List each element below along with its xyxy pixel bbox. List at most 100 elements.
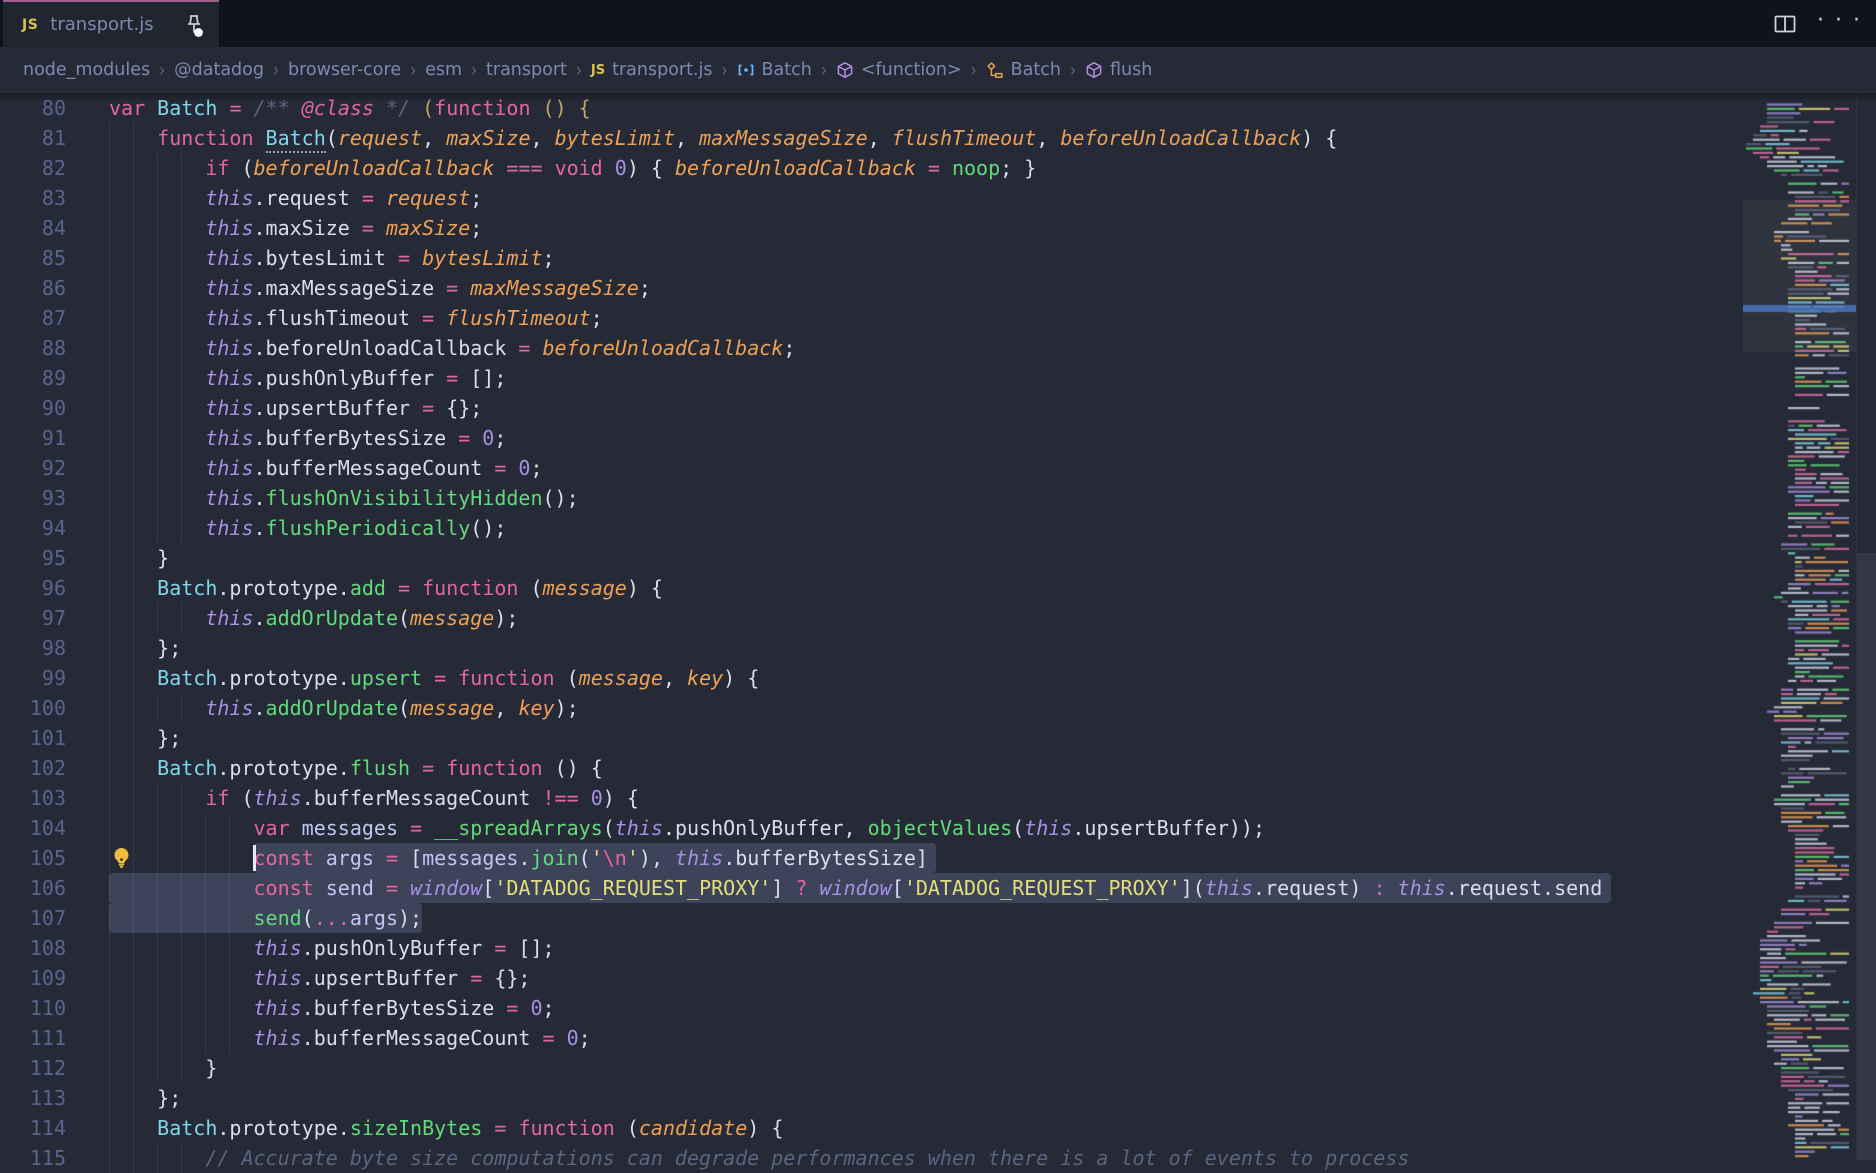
breadcrumb-item-node-modules[interactable]: node_modules <box>23 60 150 80</box>
line-number[interactable]: 84 <box>0 213 66 243</box>
code-line[interactable]: }; <box>109 633 1743 663</box>
code-line[interactable]: this.maxSize = maxSize; <box>109 213 1743 243</box>
scrollbar-slider[interactable] <box>1857 553 1876 1160</box>
code-line[interactable]: var messages = __spreadArrays(this.pushO… <box>109 813 1743 843</box>
code-line[interactable]: if (this.bufferMessageCount !== 0) { <box>109 783 1743 813</box>
code-row-89: 89 this.pushOnlyBuffer = []; <box>0 363 1743 393</box>
breadcrumb-label: node_modules <box>23 60 150 80</box>
code-line[interactable]: Batch.prototype.add = function (message)… <box>109 573 1743 603</box>
code-line[interactable]: var Batch = /** @class */ (function () { <box>109 93 1743 123</box>
breadcrumb-item-transport-js[interactable]: JStransport.js <box>591 60 713 80</box>
line-number[interactable]: 100 <box>0 693 66 723</box>
line-number[interactable]: 111 <box>0 1023 66 1053</box>
tab-transport-js[interactable]: JS transport.js <box>3 0 219 47</box>
line-number[interactable]: 98 <box>0 633 66 663</box>
line-number[interactable]: 94 <box>0 513 66 543</box>
code-line[interactable]: this.upsertBuffer = {}; <box>109 963 1743 993</box>
lightbulb-icon[interactable] <box>110 846 133 878</box>
line-number[interactable]: 109 <box>0 963 66 993</box>
code-line[interactable]: send(...args); <box>109 903 1743 933</box>
line-number[interactable]: 88 <box>0 333 66 363</box>
line-number[interactable]: 114 <box>0 1113 66 1143</box>
code-row-110: 110 this.bufferBytesSize = 0; <box>0 993 1743 1023</box>
code-line[interactable]: if (beforeUnloadCallback === void 0) { b… <box>109 153 1743 183</box>
code-line[interactable]: this.request = request; <box>109 183 1743 213</box>
code-line[interactable]: // Accurate byte size computations can d… <box>109 1143 1743 1173</box>
code-line[interactable]: }; <box>109 1083 1743 1113</box>
breadcrumb-separator-icon: › <box>471 58 477 81</box>
line-number[interactable]: 80 <box>0 93 66 123</box>
code-row-91: 91 this.bufferBytesSize = 0; <box>0 423 1743 453</box>
breadcrumb-item--datadog[interactable]: @datadog <box>174 60 264 80</box>
code-line[interactable]: this.maxMessageSize = maxMessageSize; <box>109 273 1743 303</box>
line-number[interactable]: 102 <box>0 753 66 783</box>
code-line[interactable]: this.flushOnVisibilityHidden(); <box>109 483 1743 513</box>
code-editor[interactable]: 80 var Batch = /** @class */ (function ()… <box>0 93 1743 1173</box>
line-number[interactable]: 87 <box>0 303 66 333</box>
line-number[interactable]: 104 <box>0 813 66 843</box>
line-number[interactable]: 90 <box>0 393 66 423</box>
breadcrumb-item-batch[interactable]: Batch <box>986 60 1061 80</box>
line-number[interactable]: 106 <box>0 873 66 903</box>
code-line[interactable]: const send = window['DATADOG_REQUEST_PRO… <box>109 873 1743 903</box>
code-line[interactable]: this.bufferMessageCount = 0; <box>109 1023 1743 1053</box>
line-number[interactable]: 95 <box>0 543 66 573</box>
breadcrumb-item-browser-core[interactable]: browser-core <box>288 60 401 80</box>
line-number[interactable]: 108 <box>0 933 66 963</box>
more-actions-button[interactable]: · · · <box>1817 10 1862 32</box>
code-line[interactable]: this.bytesLimit = bytesLimit; <box>109 243 1743 273</box>
code-line[interactable]: } <box>109 543 1743 573</box>
code-line[interactable]: this.flushPeriodically(); <box>109 513 1743 543</box>
breadcrumb-separator-icon: › <box>410 58 416 81</box>
line-number[interactable]: 110 <box>0 993 66 1023</box>
line-number[interactable]: 92 <box>0 453 66 483</box>
code-line[interactable]: }; <box>109 723 1743 753</box>
line-number[interactable]: 101 <box>0 723 66 753</box>
code-line[interactable]: Batch.prototype.upsert = function (messa… <box>109 663 1743 693</box>
line-number[interactable]: 85 <box>0 243 66 273</box>
pin-icon[interactable] <box>183 13 205 37</box>
code-line[interactable]: this.beforeUnloadCallback = beforeUnload… <box>109 333 1743 363</box>
line-number[interactable]: 86 <box>0 273 66 303</box>
code-line[interactable]: this.bufferBytesSize = 0; <box>109 423 1743 453</box>
code-line[interactable]: this.bufferMessageCount = 0; <box>109 453 1743 483</box>
line-number[interactable]: 115 <box>0 1143 66 1173</box>
code-text: } <box>109 546 169 570</box>
code-line[interactable]: this.pushOnlyBuffer = []; <box>109 363 1743 393</box>
line-number[interactable]: 107 <box>0 903 66 933</box>
code-line[interactable]: this.flushTimeout = flushTimeout; <box>109 303 1743 333</box>
code-line[interactable]: this.addOrUpdate(message); <box>109 603 1743 633</box>
breadcrumb-item-transport[interactable]: transport <box>486 60 567 80</box>
code-line[interactable]: this.bufferBytesSize = 0; <box>109 993 1743 1023</box>
code-line[interactable]: Batch.prototype.sizeInBytes = function (… <box>109 1113 1743 1143</box>
code-line[interactable]: } <box>109 1053 1743 1083</box>
code-line[interactable]: Batch.prototype.flush = function () { <box>109 753 1743 783</box>
text-cursor <box>253 845 256 871</box>
code-line[interactable]: function Batch(request, maxSize, bytesLi… <box>109 123 1743 153</box>
breadcrumb-item-esm[interactable]: esm <box>425 60 462 80</box>
code-line[interactable]: const args = [messages.join('\n'), this.… <box>109 843 1743 873</box>
line-number[interactable]: 93 <box>0 483 66 513</box>
line-number[interactable]: 89 <box>0 363 66 393</box>
line-number[interactable]: 113 <box>0 1083 66 1113</box>
line-number[interactable]: 83 <box>0 183 66 213</box>
minimap[interactable] <box>1743 93 1856 1160</box>
breadcrumb-item--function-[interactable]: <function> <box>836 60 962 80</box>
class-icon <box>986 61 1004 79</box>
breadcrumb-item-batch[interactable]: Batch <box>737 60 812 80</box>
line-number[interactable]: 81 <box>0 123 66 153</box>
line-number[interactable]: 99 <box>0 663 66 693</box>
split-editor-button[interactable] <box>1773 12 1797 36</box>
line-number[interactable]: 112 <box>0 1053 66 1083</box>
breadcrumb-item-flush[interactable]: flush <box>1085 60 1152 80</box>
code-line[interactable]: this.addOrUpdate(message, key); <box>109 693 1743 723</box>
line-number[interactable]: 82 <box>0 153 66 183</box>
line-number[interactable]: 103 <box>0 783 66 813</box>
code-text: this.pushOnlyBuffer = []; <box>109 936 555 960</box>
line-number[interactable]: 97 <box>0 603 66 633</box>
line-number[interactable]: 91 <box>0 423 66 453</box>
code-line[interactable]: this.pushOnlyBuffer = []; <box>109 933 1743 963</box>
code-line[interactable]: this.upsertBuffer = {}; <box>109 393 1743 423</box>
line-number[interactable]: 105 <box>0 843 66 873</box>
line-number[interactable]: 96 <box>0 573 66 603</box>
